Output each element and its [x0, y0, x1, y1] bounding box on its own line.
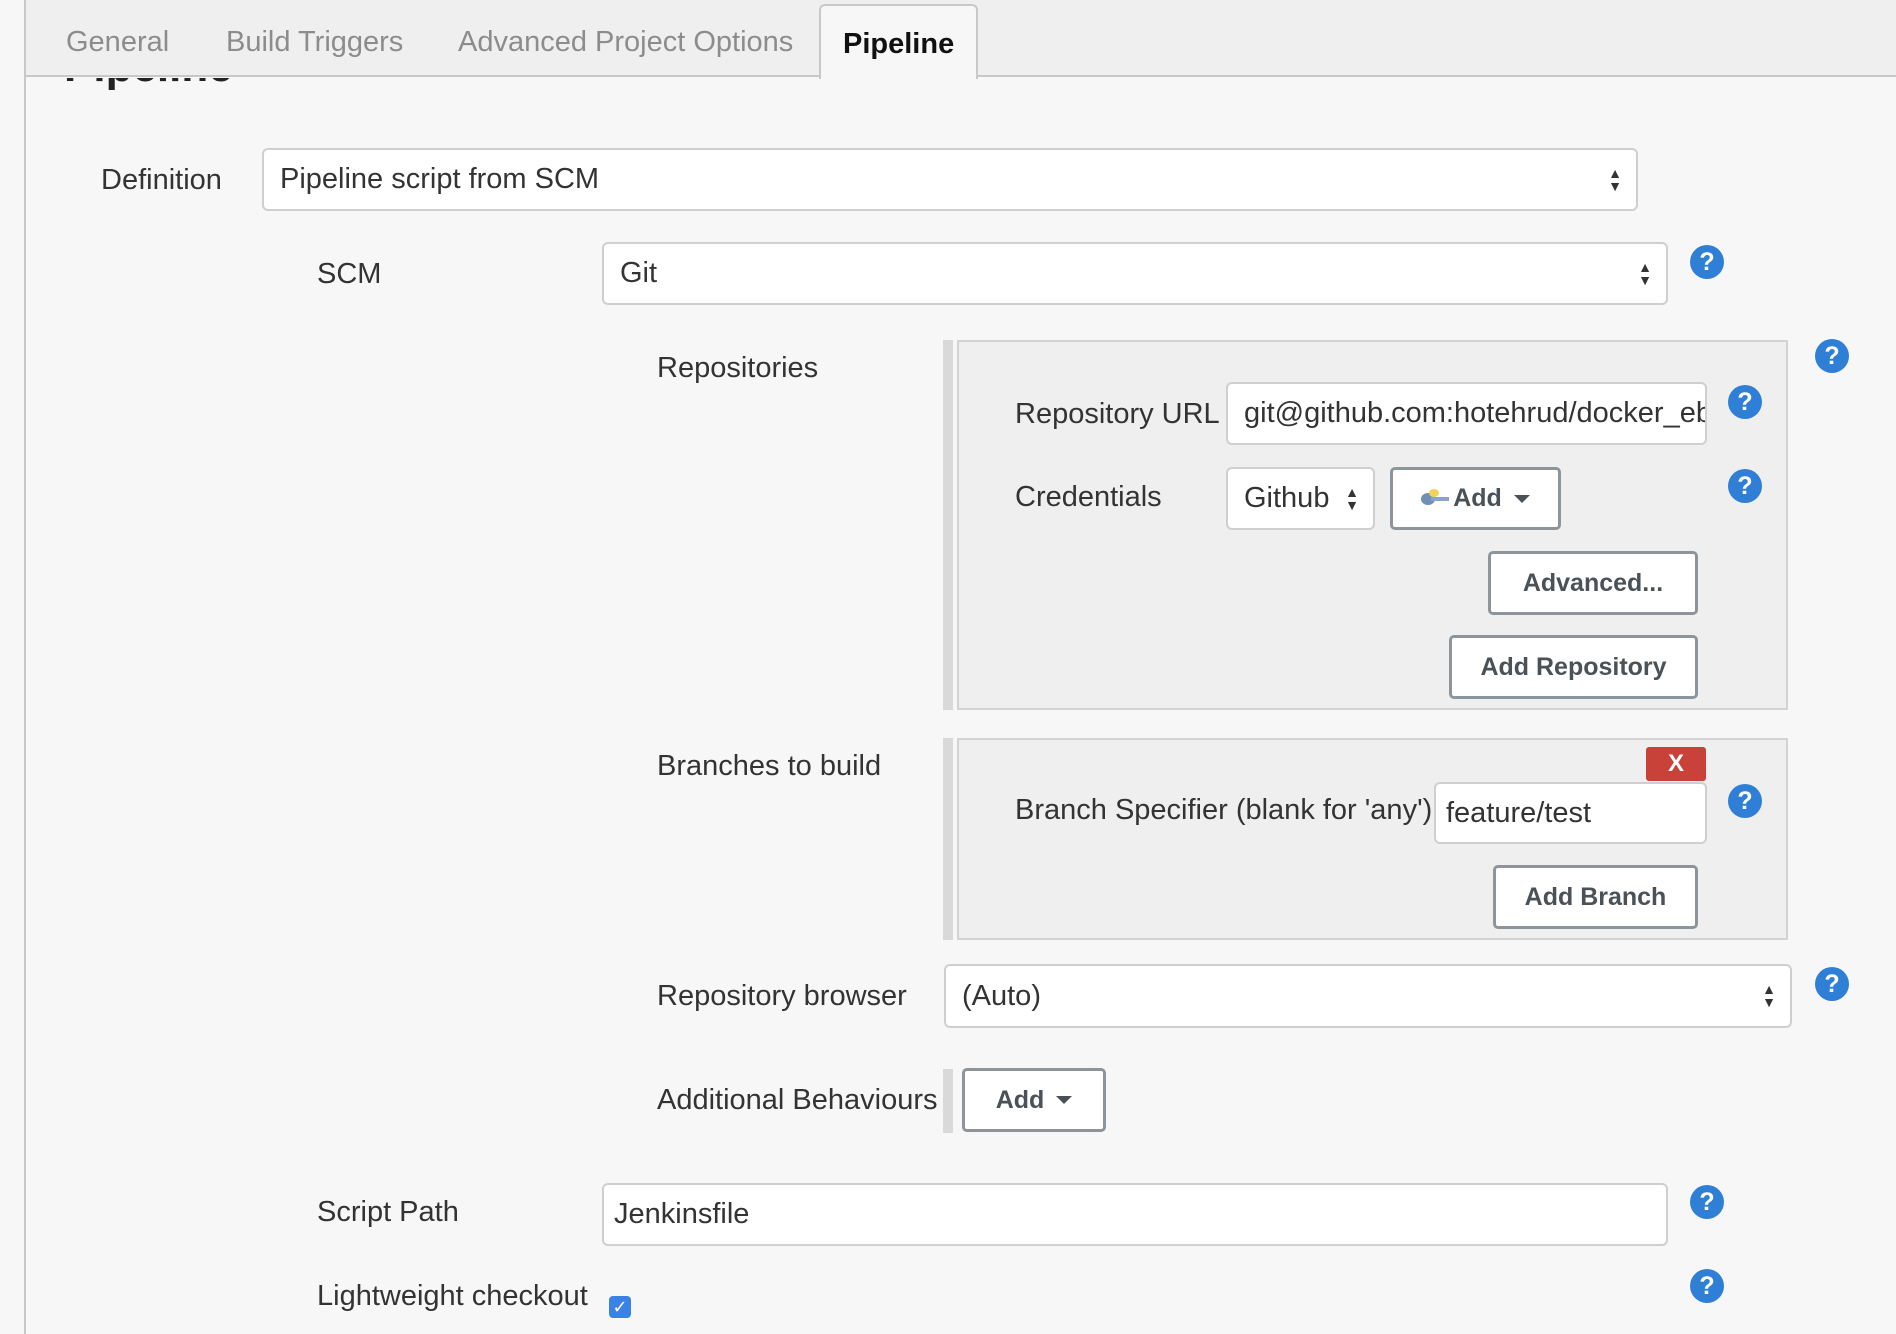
credentials-add-button[interactable]: Add: [1390, 467, 1561, 530]
additional-behaviours-label: Additional Behaviours: [657, 1084, 938, 1116]
script-path-help-icon[interactable]: ?: [1690, 1185, 1724, 1219]
lightweight-checkout-label: Lightweight checkout: [317, 1280, 588, 1312]
scm-select[interactable]: Git ▲ ▼: [602, 242, 1668, 305]
repository-browser-help-icon[interactable]: ?: [1815, 967, 1849, 1001]
scm-label: SCM: [317, 258, 382, 290]
select-arrows-icon: ▲ ▼: [1762, 981, 1776, 1010]
script-path-label: Script Path: [317, 1196, 459, 1228]
definition-select[interactable]: Pipeline script from SCM ▲ ▼: [262, 148, 1638, 211]
script-path-input-box: [602, 1183, 1668, 1246]
tab-build-triggers[interactable]: Build Triggers: [226, 26, 403, 59]
add-repository-button[interactable]: Add Repository: [1449, 635, 1698, 699]
behaviours-panel-edge: [943, 1069, 953, 1133]
script-path-input[interactable]: [614, 1198, 1650, 1231]
branches-panel-edge: [943, 738, 953, 940]
credentials-label: Credentials: [1015, 481, 1162, 513]
branch-specifier-help-icon[interactable]: ?: [1728, 784, 1762, 818]
caret-down-icon: [1056, 1096, 1073, 1104]
repository-browser-select-value: (Auto): [962, 979, 1041, 1012]
repository-url-input[interactable]: [1244, 397, 1705, 430]
branch-specifier-input-box: [1434, 782, 1707, 844]
repository-url-input-box: [1226, 382, 1707, 445]
scm-select-value: Git: [620, 257, 658, 289]
add-branch-button[interactable]: Add Branch: [1493, 865, 1698, 929]
definition-label: Definition: [101, 164, 222, 196]
delete-branch-button[interactable]: X: [1646, 747, 1706, 781]
repositories-help-icon[interactable]: ?: [1815, 339, 1849, 373]
repository-url-help-icon[interactable]: ?: [1728, 385, 1762, 419]
credentials-select[interactable]: Github ▲ ▼: [1226, 467, 1375, 530]
tab-advanced-project-options[interactable]: Advanced Project Options: [458, 26, 793, 59]
lightweight-checkout-checkbox[interactable]: ✓: [609, 1296, 631, 1318]
branch-specifier-input[interactable]: [1446, 796, 1689, 830]
section-title-clip: Pipeline: [64, 78, 233, 90]
tab-pipeline[interactable]: Pipeline: [819, 4, 979, 79]
repository-browser-label: Repository browser: [657, 980, 907, 1012]
credentials-help-icon[interactable]: ?: [1728, 469, 1762, 503]
repository-browser-select[interactable]: (Auto) ▲ ▼: [944, 964, 1792, 1028]
select-arrows-icon: ▲ ▼: [1345, 483, 1359, 513]
advanced-button[interactable]: Advanced...: [1488, 551, 1698, 615]
definition-select-value: Pipeline script from SCM: [280, 163, 600, 195]
branches-label: Branches to build: [657, 750, 882, 782]
tab-bar: General Build Triggers Advanced Project …: [26, 0, 1896, 79]
repositories-label: Repositories: [657, 352, 819, 384]
key-icon: [1421, 488, 1451, 509]
select-arrows-icon: ▲ ▼: [1608, 164, 1622, 194]
branch-specifier-label: Branch Specifier (blank for 'any'): [1015, 794, 1433, 826]
credentials-add-label: Add: [1453, 484, 1502, 512]
select-arrows-icon: ▲ ▼: [1638, 258, 1652, 288]
repository-url-label: Repository URL: [1015, 398, 1220, 430]
caret-down-icon: [1513, 494, 1530, 503]
credentials-select-value: Github: [1244, 482, 1330, 514]
lightweight-checkout-help-icon[interactable]: ?: [1690, 1269, 1724, 1303]
additional-behaviours-add-button[interactable]: Add: [962, 1068, 1106, 1132]
repositories-panel-edge: [943, 340, 953, 710]
additional-behaviours-add-label: Add: [995, 1085, 1045, 1114]
scm-help-icon[interactable]: ?: [1690, 245, 1724, 279]
tab-general[interactable]: General: [66, 26, 169, 59]
section-title: Pipeline: [64, 78, 233, 90]
left-border: [24, 0, 26, 1334]
